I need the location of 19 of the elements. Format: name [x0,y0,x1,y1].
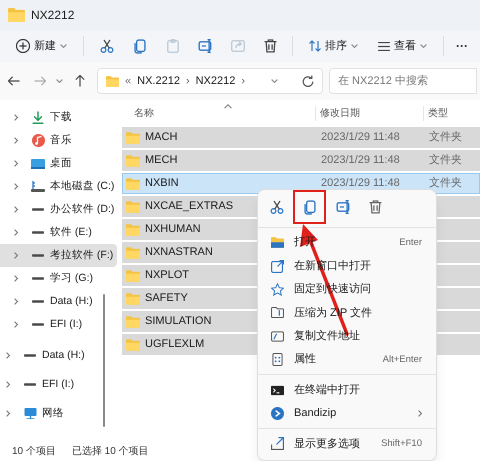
file-name: NXPLOT [145,268,190,284]
window-title: NX2212 [31,7,74,24]
date-cell-text: 2023/1/29 11:48 [320,130,401,146]
date-cell-text: 2023/1/29 11:48 [320,153,401,168]
type-cell-text: 文件夹 [428,152,462,168]
file-name: UGFLEXLM [145,337,204,352]
type-cell-text: 文件夹 [428,130,462,146]
file-name: NXBIN [145,176,179,192]
type-cell-text: 文件夹 [428,176,462,192]
file-name: SIMULATION [145,314,212,330]
file-name: NXHUMAN [145,222,201,238]
file-name: MECH [145,153,178,168]
file-name: MACH [145,130,178,146]
file-name: SAFETY [145,291,188,306]
file-name: NXNASTRAN [145,245,213,260]
file-name: NXCAE_EXTRAS [145,199,234,214]
item-count: 10 个项目 [12,444,56,458]
date-cell-text: 2023/1/29 11:48 [320,176,401,192]
selection-count: 已选择 10 个项目 [72,444,149,458]
